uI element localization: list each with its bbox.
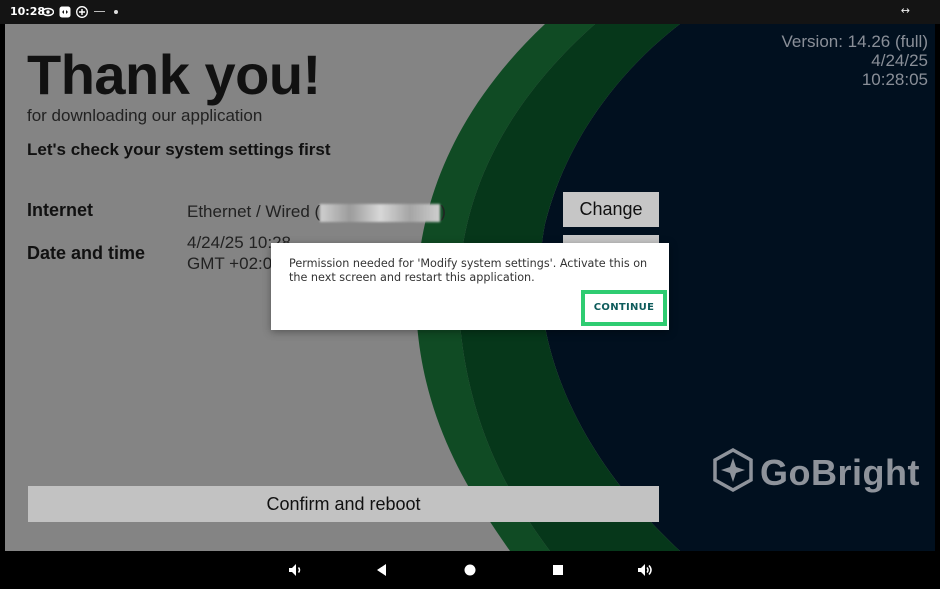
home-icon[interactable] (461, 561, 479, 579)
continue-button[interactable]: CONTINUE (581, 290, 667, 326)
status-time: 10:28 (10, 5, 46, 18)
volume-down-icon[interactable] (286, 561, 304, 579)
internet-value-prefix: Ethernet / Wired ( (187, 202, 321, 221)
permission-dialog: Permission needed for 'Modify system set… (271, 243, 669, 330)
network-arrows-icon: ↔ (900, 4, 910, 17)
gobright-wordmark: GoBright (760, 452, 920, 493)
notification-dot-icon (114, 10, 118, 14)
remote-app-icon (59, 6, 71, 18)
eye-icon (42, 7, 54, 17)
gobright-logo: GoBright (712, 447, 919, 496)
page-subtitle: for downloading our application (27, 106, 263, 125)
blurred-ip-address (320, 203, 441, 222)
confirm-reboot-button[interactable]: Confirm and reboot (28, 486, 659, 522)
version-date: 4/24/25 (871, 51, 928, 70)
navigation-bar (0, 551, 940, 589)
section-heading: Let's check your system settings first (27, 140, 331, 159)
add-circle-icon (76, 6, 88, 18)
datetime-label: Date and time (27, 243, 146, 263)
dialog-message: Permission needed for 'Modify system set… (289, 257, 648, 284)
change-internet-button[interactable]: Change (563, 192, 659, 227)
version-text: Version: 14.26 (full) (781, 32, 928, 51)
version-time: 10:28:05 (861, 70, 928, 89)
gobright-logo-icon (713, 447, 753, 493)
recents-icon[interactable] (549, 561, 567, 579)
volume-up-icon[interactable] (636, 561, 654, 579)
internet-label: Internet (27, 200, 94, 220)
page-title: Thank you! (27, 43, 321, 106)
minus-icon (94, 11, 105, 12)
internet-value-suffix: ) (440, 202, 446, 221)
app-screen: Version: 14.26 (full) 4/24/25 10:28:05 T… (5, 24, 935, 551)
version-info: Version: 14.26 (full) 4/24/25 10:28:05 (782, 32, 928, 89)
status-bar: 10:28 ↔ (0, 0, 940, 24)
internet-value: Ethernet / Wired () (187, 201, 446, 222)
back-icon[interactable] (373, 561, 391, 579)
